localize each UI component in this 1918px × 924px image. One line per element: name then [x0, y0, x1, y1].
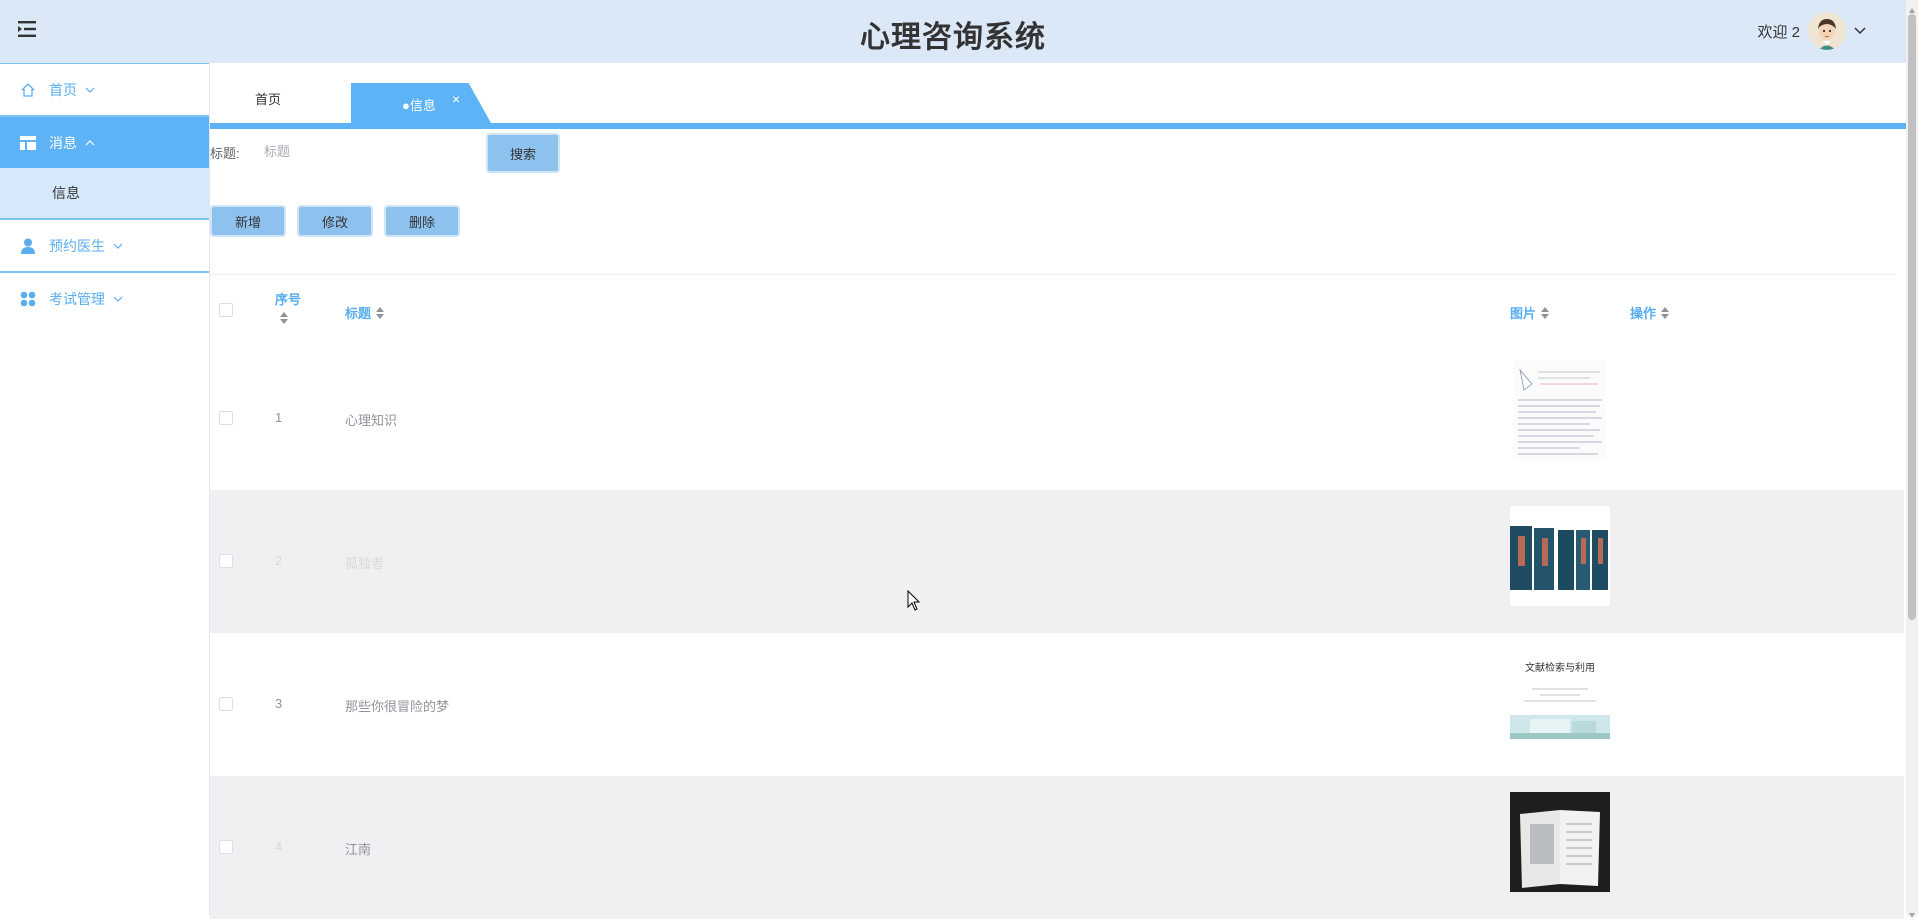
row-index: 3 — [275, 696, 283, 711]
sort-icon[interactable] — [280, 312, 288, 324]
open-book-thumbnail[interactable] — [1510, 792, 1610, 892]
search-label: 标题: — [210, 146, 240, 161]
search-input[interactable] — [262, 137, 466, 165]
tab-info[interactable]: ●信息 × — [351, 83, 491, 123]
row-checkbox[interactable] — [219, 411, 233, 425]
sidebar-item-home[interactable]: 首页 — [0, 63, 209, 117]
sidebar-subitem-info[interactable]: 信息 — [0, 168, 209, 220]
chevron-down-icon[interactable] — [1854, 22, 1866, 40]
search-bar: 标题: 搜索 — [210, 133, 810, 173]
column-header-index[interactable]: 序号 — [275, 289, 301, 324]
layout-icon — [19, 134, 37, 152]
row-title: 江南 — [345, 842, 372, 857]
welcome-text: 欢迎 2 — [1757, 23, 1800, 41]
row-title: 心理知识 — [345, 413, 398, 428]
column-header-label: 操作 — [1630, 306, 1657, 321]
chevron-down-icon — [113, 243, 123, 249]
table-row[interactable]: 2 孤独者 — [210, 490, 1904, 633]
row-checkbox[interactable] — [219, 840, 233, 854]
close-icon[interactable]: × — [452, 91, 460, 107]
row-checkbox[interactable] — [219, 554, 233, 568]
sidebar-item-label: 考试管理 — [49, 290, 105, 307]
sidebar-item-label: 预约医生 — [49, 237, 105, 254]
handwritten-notes-thumbnail[interactable] — [1510, 360, 1610, 460]
sort-icon[interactable] — [376, 306, 385, 319]
table-header: 序号 标题 图片 操作 — [210, 275, 1904, 347]
chevron-down-icon — [85, 87, 95, 93]
column-header-title[interactable]: 标题 — [345, 303, 385, 322]
sort-icon[interactable] — [1661, 306, 1670, 319]
sidebar: 首页 消息 信息 预约医生 考试管理 — [0, 63, 210, 916]
app-title: 心理咨询系统 — [860, 21, 1046, 54]
scroll-down-arrow-icon[interactable] — [1908, 906, 1916, 918]
user-icon — [19, 237, 37, 255]
chevron-up-icon — [85, 139, 95, 146]
sort-icon[interactable] — [1541, 306, 1550, 319]
delete-button[interactable]: 删除 — [384, 205, 460, 237]
table-row[interactable]: 1 心理知识 — [210, 347, 1904, 490]
top-header: 心理咨询系统 欢迎 2 — [0, 0, 1906, 63]
scroll-up-arrow-icon[interactable] — [1908, 2, 1916, 13]
home-icon — [19, 81, 37, 99]
tab-bar: 首页 ●信息 × — [210, 63, 1906, 129]
column-header-label: 序号 — [275, 292, 302, 307]
search-button[interactable]: 搜索 — [486, 133, 560, 173]
chevron-down-icon — [113, 296, 123, 302]
page-scrollbar[interactable] — [1906, 0, 1918, 918]
tab-label: ●信息 — [402, 98, 436, 113]
sidebar-item-label: 首页 — [49, 81, 77, 98]
row-index: 2 — [275, 553, 283, 568]
table-row[interactable]: 3 那些你很冒险的梦 文献检索与利用 — [210, 633, 1904, 776]
column-header-label: 标题 — [345, 306, 372, 321]
user-menu[interactable]: 欢迎 2 — [1757, 7, 1866, 55]
sidebar-item-label: 消息 — [49, 134, 77, 151]
mouse-cursor-icon — [907, 589, 921, 612]
main-content: 首页 ●信息 × 标题: 搜索 新增 修改 删除 序号 标题 — [210, 63, 1906, 919]
tab-home[interactable]: 首页 — [255, 89, 281, 108]
column-header-label: 图片 — [1510, 306, 1537, 321]
row-index: 1 — [275, 410, 283, 425]
sidebar-item-messages[interactable]: 消息 — [0, 117, 209, 168]
select-all-checkbox[interactable] — [219, 303, 233, 317]
sidebar-item-exam-management[interactable]: 考试管理 — [0, 273, 209, 324]
grid-icon — [19, 290, 37, 308]
row-checkbox[interactable] — [219, 697, 233, 711]
scrollbar-thumb[interactable] — [1908, 14, 1916, 620]
row-index: 4 — [275, 839, 283, 854]
table-row[interactable]: 4 江南 — [210, 776, 1904, 919]
add-button[interactable]: 新增 — [210, 205, 286, 237]
edit-button[interactable]: 修改 — [297, 205, 373, 237]
book-volumes-thumbnail[interactable] — [1510, 506, 1610, 606]
row-title: 孤独者 — [345, 556, 385, 571]
avatar[interactable] — [1808, 12, 1846, 50]
sidebar-item-doctor-appointment[interactable]: 预约医生 — [0, 220, 209, 273]
document-cover-thumbnail[interactable]: 文献检索与利用 — [1510, 649, 1610, 749]
column-header-operation[interactable]: 操作 — [1630, 303, 1670, 322]
action-toolbar: 新增 修改 删除 — [210, 205, 460, 237]
column-header-image[interactable]: 图片 — [1510, 303, 1550, 322]
row-title: 那些你很冒险的梦 — [345, 699, 450, 714]
data-table: 序号 标题 图片 操作 1 心理知识 2 孤独者 3 那些你很冒险的梦 文献检索… — [210, 275, 1904, 919]
